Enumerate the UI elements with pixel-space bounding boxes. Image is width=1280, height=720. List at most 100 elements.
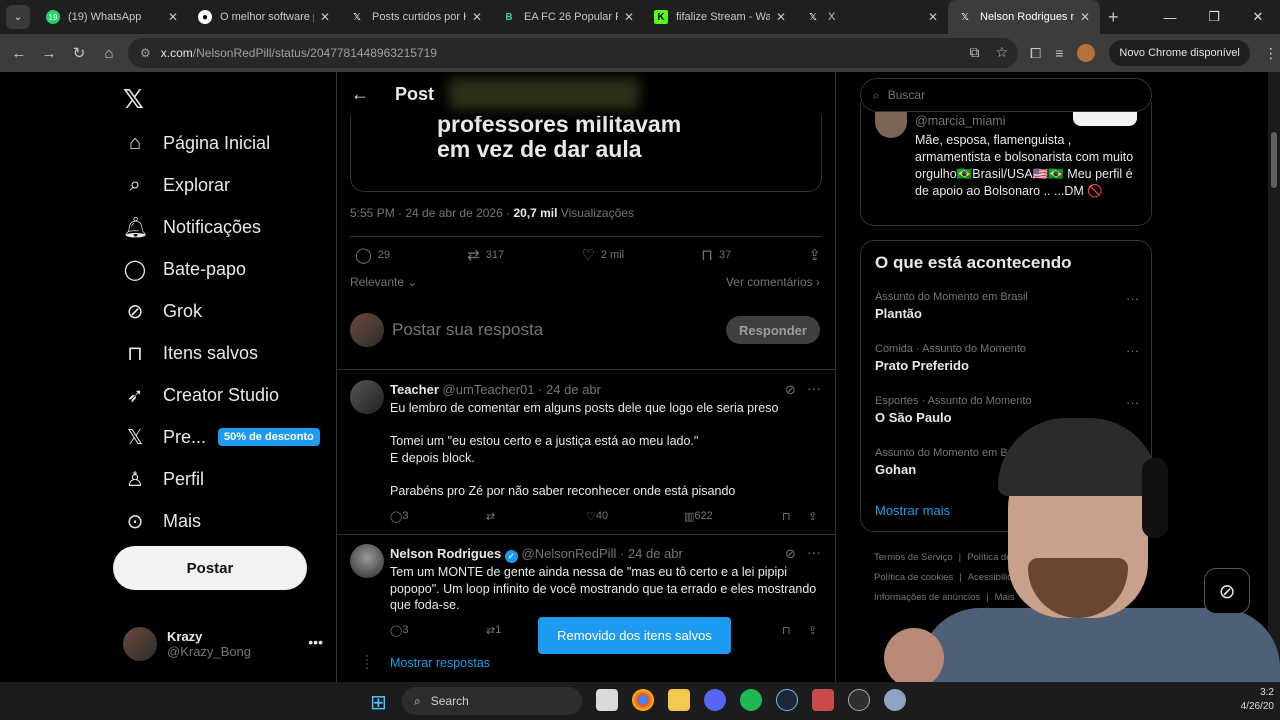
scrollbar-thumb[interactable] [1271,132,1277,188]
task-view-icon[interactable] [596,689,618,711]
more-icon[interactable]: ··· [1126,291,1139,306]
tab-curtidos[interactable]: 𝕏 Posts curtidos por Kr ✕ [340,0,492,34]
show-replies-link[interactable]: Mostrar respostas [390,656,490,670]
repost-button[interactable]: ⇄ 1 [486,624,501,637]
nav-item-creator-studio[interactable]: ➶ Creator Studio [123,380,279,410]
trend-item[interactable]: Comida · Assunto do Momento Prato Prefer… [875,343,1139,373]
more-icon[interactable]: ··· [1126,343,1139,358]
close-tab-icon[interactable]: ✕ [776,10,786,24]
windows-start-icon[interactable]: ⊞ [370,690,387,715]
spotify-icon[interactable] [740,689,762,711]
like-button[interactable]: ♡ 40 [586,510,608,523]
extensions-icon[interactable]: ⧠ [1030,45,1041,62]
left-sidebar: 𝕏 ⌂ Página Inicial ⌕ Explorar 🔔︎ Notificaçõ… [113,72,335,682]
nav-item-bookmarks[interactable]: ⊓ Itens salvos [123,338,258,368]
avatar[interactable] [350,544,384,578]
nav-item-more[interactable]: ⊙ Mais [123,506,201,536]
repost-button[interactable]: ⇄ [486,510,495,523]
post-button[interactable]: Postar [113,546,307,590]
close-tab-icon[interactable]: ✕ [472,10,482,24]
account-switcher[interactable]: Krazy @Krazy_Bong ••• [123,624,323,664]
more-icon[interactable]: ··· [807,544,821,560]
like-button[interactable]: ♡ 2 mil [581,246,624,264]
close-window-icon[interactable]: ✕ [1236,9,1280,25]
media-control-icon[interactable]: ≡ [1055,45,1063,61]
grok-icon[interactable]: ⊘ [785,382,796,398]
more-icon[interactable]: ··· [807,380,821,396]
home-icon[interactable]: ⌂ [94,45,124,62]
person-icon: ♙ [126,468,144,491]
reload-icon[interactable]: ↻ [64,44,94,62]
bookmark-star-icon[interactable]: ☆ [995,44,1008,61]
follow-button[interactable] [1073,110,1137,126]
new-tab-button[interactable]: + [1108,7,1119,28]
reply-button[interactable]: ◯ 29 [355,246,390,264]
close-tab-icon[interactable]: ✕ [320,10,330,24]
nav-item-home[interactable]: ⌂ Página Inicial [123,128,270,158]
obs-icon[interactable] [848,689,870,711]
grok-floating-button[interactable]: ⊘ [1204,568,1250,614]
more-icon[interactable]: ••• [308,634,323,650]
file-explorer-icon[interactable] [668,689,690,711]
view-comments-link[interactable]: Ver comentários › [726,275,820,289]
back-arrow-icon[interactable]: ← [351,84,369,105]
nav-item-chat[interactable]: ◯ Bate-papo [123,254,246,284]
sort-dropdown[interactable]: Relevante ⌄ [350,275,417,289]
share-icon[interactable]: ⇪ [808,510,817,523]
tab-fc26[interactable]: B EA FC 26 Popular Pla ✕ [492,0,644,34]
nav-item-explore[interactable]: ⌕ Explorar [123,170,230,200]
discord-icon[interactable] [704,689,726,711]
profile-avatar[interactable] [1077,44,1096,62]
close-tab-icon[interactable]: ✕ [624,10,634,24]
close-tab-icon[interactable]: ✕ [928,10,938,24]
app-icon[interactable] [812,689,834,711]
share-button[interactable]: ⇪ [808,246,821,264]
minimize-icon[interactable]: — [1148,10,1192,25]
nav-item-grok[interactable]: ⊘ Grok [123,296,202,326]
repost-button[interactable]: ⇄ 317 [467,246,504,264]
address-bar[interactable]: ⚙ x.com/NelsonRedPill/status/20477814489… [128,38,1018,68]
trend-item[interactable]: Assunto do Momento em Brasil Plantão ··· [875,291,1139,321]
forward-arrow-icon[interactable]: → [34,45,64,62]
maximize-icon[interactable]: ❐ [1192,9,1236,25]
share-icon[interactable]: ⇪ [808,624,817,637]
bookmark-button[interactable]: ⊓ 37 [701,246,731,264]
nav-item-notifications[interactable]: 🔔︎ Notificações [123,212,261,242]
nav-item-profile[interactable]: ♙ Perfil [123,464,204,494]
avatar[interactable] [875,112,907,138]
reply-item[interactable]: Teacher @umTeacher01 · 24 de abr ⊘ ··· E… [337,380,835,540]
reply-submit-button[interactable]: Responder [726,316,820,344]
bookmark-icon[interactable]: ⊓ [782,510,791,523]
back-arrow-icon[interactable]: ← [4,45,34,62]
taskbar-search[interactable]: ⌕ Search [402,687,582,715]
taskbar-clock[interactable]: 3:2 4/26/20 [1241,686,1274,714]
install-app-icon[interactable]: ⧉ [969,44,979,61]
tab-search-button[interactable]: ⌄ [6,5,30,29]
steam-icon[interactable] [776,689,798,711]
site-info-icon[interactable]: ⚙ [140,46,151,60]
chrome-icon[interactable] [632,689,654,711]
tab-nelson[interactable]: 𝕏 Nelson Rodrigues no ✕ [948,0,1100,34]
x-logo-icon[interactable]: 𝕏 [123,84,144,115]
tab-whatsapp[interactable]: 19 (19) WhatsApp ✕ [36,0,188,34]
nav-item-premium[interactable]: 𝕏 Pre... 50% de desconto [123,422,320,452]
avatar[interactable] [350,380,384,414]
bookmark-icon[interactable]: ⊓ [782,624,791,637]
who-to-follow-card: @marcia_miami Mãe, esposa, flamenguista … [860,102,1152,226]
reply-input[interactable]: Postar sua resposta [392,320,543,340]
tab-software[interactable]: ● O melhor software p ✕ [188,0,340,34]
settings-icon[interactable] [884,689,906,711]
grok-icon[interactable]: ⊘ [785,546,796,562]
close-tab-icon[interactable]: ✕ [1080,10,1090,24]
tab-x[interactable]: 𝕏 X ✕ [796,0,948,34]
search-input[interactable]: ⌕ Buscar [860,78,1152,112]
reply-button[interactable]: ◯ 3 [390,624,408,637]
more-icon[interactable]: ··· [1126,395,1139,410]
tab-kick[interactable]: K fifalize Stream - Wat ✕ [644,0,796,34]
chrome-menu-icon[interactable]: ⋮ [1264,45,1278,62]
reply-button[interactable]: ◯ 3 [390,510,408,523]
views-button[interactable]: ▥ 622 [684,510,713,523]
update-chrome-button[interactable]: Novo Chrome disponível [1109,40,1250,66]
close-tab-icon[interactable]: ✕ [168,10,178,24]
quoted-media-text: professores militavam em vez de dar aula [437,111,682,162]
